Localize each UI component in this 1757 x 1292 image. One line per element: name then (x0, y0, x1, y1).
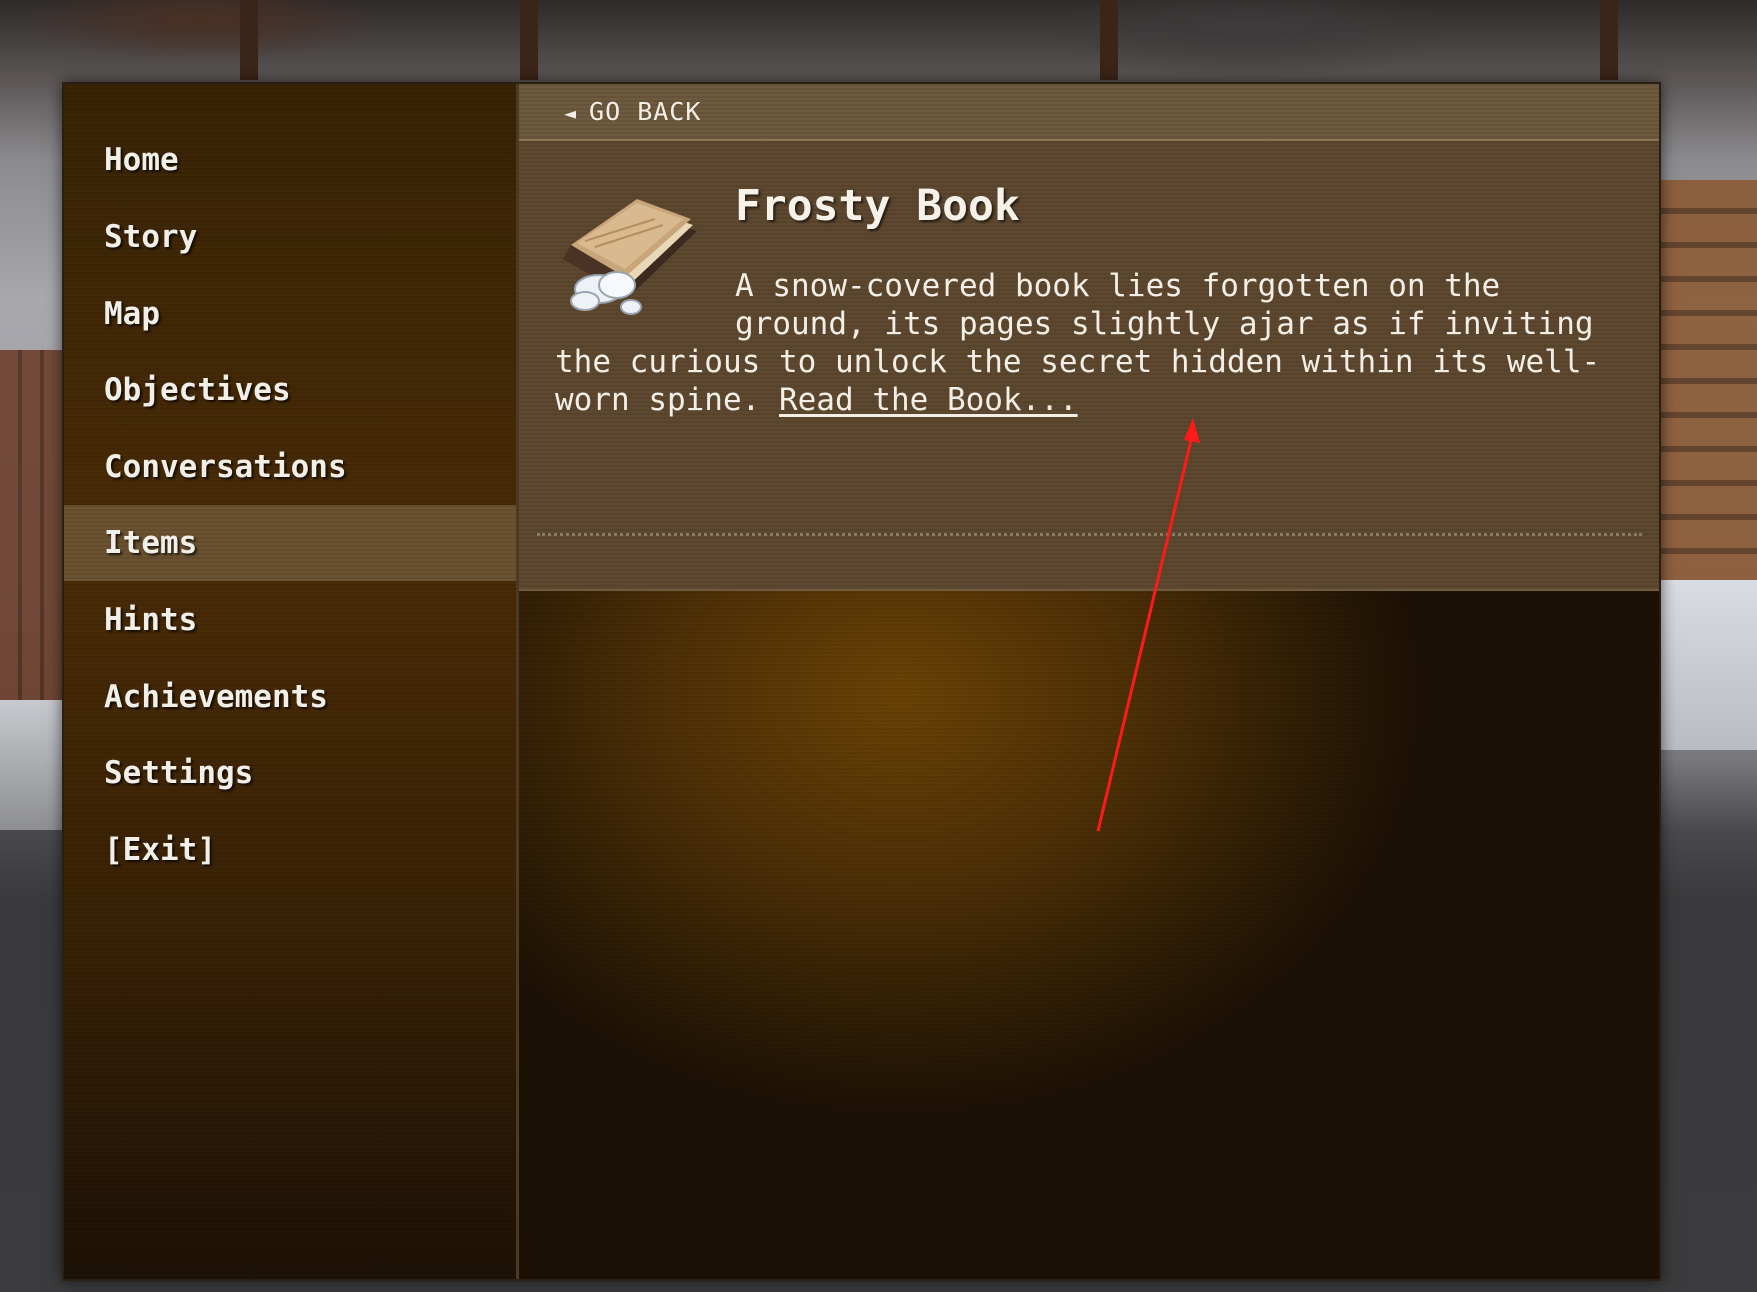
item-detail-panel: Frosty Book A snow-covered book lies for… (519, 141, 1659, 591)
sidebar-item-story[interactable]: Story (64, 199, 516, 275)
sidebar-nav: Home Story Map Objectives Conversations … (64, 84, 519, 1279)
back-arrow-icon: ◄ (564, 101, 578, 125)
background-snow-left (0, 700, 62, 830)
icon-spacer (555, 267, 735, 343)
background-tree (520, 0, 538, 80)
header-bar: ◄ GO BACK (519, 84, 1659, 141)
item-description: A snow-covered book lies forgotten on th… (555, 267, 1615, 419)
content-panel: ◄ GO BACK Frosty Book A snow-covered boo… (519, 84, 1659, 1279)
sidebar-item-items[interactable]: Items (64, 505, 516, 581)
background-snow-right (1655, 580, 1757, 750)
background-tree (1100, 0, 1118, 80)
background-tree (240, 0, 258, 80)
sidebar-item-map[interactable]: Map (64, 276, 516, 352)
dotted-divider (537, 533, 1642, 536)
sidebar-item-objectives[interactable]: Objectives (64, 352, 516, 428)
sidebar-item-conversations[interactable]: Conversations (64, 429, 516, 505)
sidebar-item-settings[interactable]: Settings (64, 735, 516, 811)
background-crates-left (0, 350, 70, 710)
sidebar-item-home[interactable]: Home (64, 122, 516, 198)
background-crates-right (1655, 180, 1757, 610)
read-the-book-link[interactable]: Read the Book... (779, 382, 1078, 418)
go-back-button[interactable]: ◄ GO BACK (564, 84, 701, 139)
go-back-label: GO BACK (589, 97, 702, 126)
sidebar-item-hints[interactable]: Hints (64, 582, 516, 658)
background-tree (1600, 0, 1618, 80)
game-menu-dialog: Home Story Map Objectives Conversations … (62, 82, 1661, 1281)
item-title: Frosty Book (735, 181, 1020, 231)
sidebar-item-achievements[interactable]: Achievements (64, 659, 516, 735)
sidebar-item-exit[interactable]: [Exit] (64, 812, 516, 888)
